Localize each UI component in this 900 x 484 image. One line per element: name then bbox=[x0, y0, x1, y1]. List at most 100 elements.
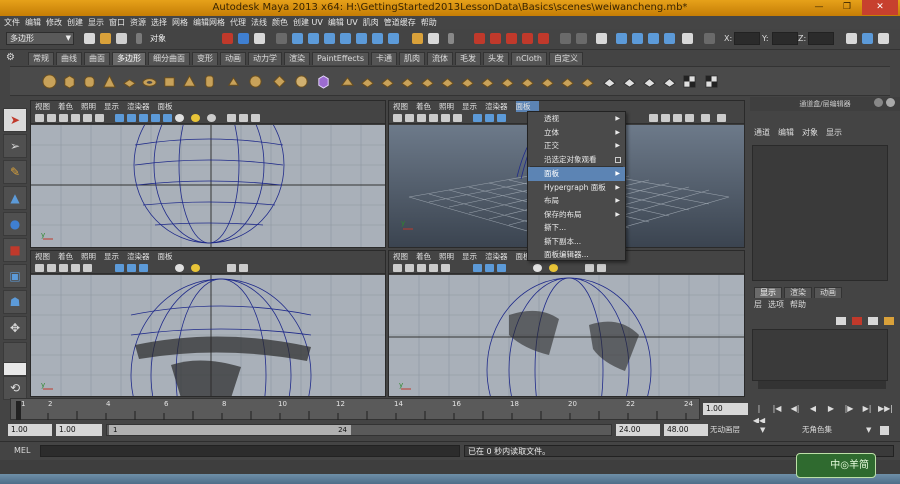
channel-menu-channels[interactable]: 通道 bbox=[754, 127, 778, 139]
selection-mask-icon[interactable] bbox=[136, 33, 142, 44]
shadows-icon[interactable] bbox=[175, 114, 184, 122]
wireframe-icon[interactable] bbox=[473, 264, 482, 272]
triangulate-icon[interactable] bbox=[560, 74, 575, 89]
poly-sphere-icon[interactable] bbox=[42, 74, 57, 89]
quadrangulate-icon[interactable] bbox=[580, 74, 595, 89]
grid-icon[interactable] bbox=[83, 264, 92, 272]
boolean-union-icon[interactable] bbox=[400, 74, 415, 89]
menu-window[interactable]: 窗口 bbox=[109, 16, 130, 29]
camera-icon[interactable] bbox=[393, 264, 402, 272]
camera-attributes-icon[interactable] bbox=[47, 264, 56, 272]
xray-icon[interactable] bbox=[239, 114, 248, 122]
mask-joints-icon[interactable] bbox=[292, 33, 303, 44]
cube-highlight-icon[interactable] bbox=[316, 74, 331, 89]
help-icon[interactable] bbox=[874, 98, 883, 107]
shelf-tab[interactable]: 动力学 bbox=[248, 52, 282, 65]
bookmark-icon[interactable] bbox=[417, 264, 426, 272]
menu-edit-mesh[interactable]: 编辑网格 bbox=[193, 16, 230, 29]
render-view-icon[interactable] bbox=[682, 33, 693, 44]
shelf-tab[interactable]: 动画 bbox=[220, 52, 246, 65]
range-slider-handle[interactable]: 1 24 bbox=[109, 425, 351, 435]
channel-menu-show[interactable]: 显示 bbox=[826, 127, 850, 139]
boolean-difference-icon[interactable] bbox=[420, 74, 435, 89]
mask-rendering-icon[interactable] bbox=[372, 33, 383, 44]
poly-platonic-icon[interactable] bbox=[272, 74, 287, 89]
shelf-tab[interactable]: 卡通 bbox=[371, 52, 397, 65]
ambient-occlusion-icon[interactable] bbox=[191, 264, 200, 272]
smooth-icon[interactable] bbox=[380, 74, 395, 89]
panel-menu-panels[interactable]: 面板 bbox=[158, 251, 181, 262]
step-forward-key-button[interactable]: |▶ bbox=[842, 403, 856, 415]
select-hierarchy-icon[interactable] bbox=[222, 33, 233, 44]
x-input[interactable] bbox=[734, 32, 760, 45]
maximize-button[interactable]: ❐ bbox=[834, 0, 860, 15]
command-language-label[interactable]: MEL bbox=[14, 445, 30, 457]
move-layer-up-icon[interactable] bbox=[868, 317, 878, 325]
smooth-shade-icon[interactable] bbox=[485, 114, 494, 122]
xray-icon[interactable] bbox=[597, 264, 606, 272]
playback-end-field[interactable]: 24.00 bbox=[616, 424, 660, 436]
layer-list[interactable] bbox=[752, 329, 888, 381]
motion-blur-icon[interactable] bbox=[207, 114, 216, 122]
channel-menu-edit[interactable]: 编辑 bbox=[778, 127, 802, 139]
xray-icon[interactable] bbox=[661, 114, 670, 122]
menu-item-stereo[interactable]: 立体 ▶ bbox=[528, 126, 625, 140]
shelf-tab[interactable]: 渲染 bbox=[284, 52, 310, 65]
step-forward-frame-button[interactable]: ▶| bbox=[860, 403, 874, 415]
render-current-frame-icon[interactable] bbox=[616, 33, 627, 44]
panel-menu-lighting[interactable]: 照明 bbox=[439, 251, 462, 262]
hypershade-icon[interactable] bbox=[664, 33, 675, 44]
panel-menu-view[interactable]: 视图 bbox=[35, 101, 58, 112]
menu-assets[interactable]: 资源 bbox=[130, 16, 151, 29]
menu-item-perspective[interactable]: 透视 ▶ bbox=[528, 112, 625, 126]
grid-icon[interactable] bbox=[441, 264, 450, 272]
image-plane-icon[interactable] bbox=[429, 264, 438, 272]
bookmark-icon[interactable] bbox=[59, 264, 68, 272]
smooth-shade-icon[interactable] bbox=[127, 114, 136, 122]
xray-joints-icon[interactable] bbox=[673, 114, 682, 122]
mask-surfaces-icon[interactable] bbox=[324, 33, 335, 44]
menu-display[interactable]: 显示 bbox=[88, 16, 109, 29]
menu-item-hypergraph-panel[interactable]: Hypergraph 面板 ▶ bbox=[528, 181, 625, 195]
camera-icon[interactable] bbox=[393, 114, 402, 122]
boolean-intersection-icon[interactable] bbox=[440, 74, 455, 89]
play-forwards-button[interactable]: ▶ bbox=[824, 403, 838, 415]
grid-icon[interactable] bbox=[441, 114, 450, 122]
cleanup-icon[interactable] bbox=[540, 74, 555, 89]
shelf-tab[interactable]: 常规 bbox=[28, 52, 54, 65]
y-input[interactable] bbox=[772, 32, 798, 45]
menu-item-saved-layouts[interactable]: 保存的布局 ▶ bbox=[528, 208, 625, 222]
wireframe-icon[interactable] bbox=[473, 114, 482, 122]
option-box-icon[interactable] bbox=[615, 156, 621, 163]
move-tool-button[interactable]: ▲ bbox=[3, 186, 27, 210]
time-slider[interactable]: 1 2 4 6 8 10 12 14 16 18 20 22 24 bbox=[10, 398, 700, 420]
poly-cube-icon[interactable] bbox=[62, 74, 77, 89]
menu-item-look-through-selected[interactable]: 沿选定对象观看 bbox=[528, 153, 625, 167]
poly-pyramid-icon[interactable] bbox=[182, 74, 197, 89]
ambient-occlusion-icon[interactable] bbox=[191, 114, 200, 122]
panel-menu-renderer[interactable]: 渲染器 bbox=[127, 101, 158, 112]
object-mode-label[interactable]: 对象 bbox=[150, 32, 166, 45]
menu-muscle[interactable]: 肌肉 bbox=[363, 16, 384, 29]
bookmark-icon[interactable] bbox=[417, 114, 426, 122]
reduce-icon[interactable] bbox=[520, 74, 535, 89]
open-scene-icon[interactable] bbox=[100, 33, 111, 44]
panel-options-icon[interactable] bbox=[717, 114, 726, 122]
menu-item-panel-editor[interactable]: 面板编辑器... bbox=[528, 248, 625, 262]
menu-item-tear-off[interactable]: 撕下... bbox=[528, 221, 625, 235]
menu-set-dropdown[interactable]: 多边形 ▼ bbox=[6, 32, 74, 45]
image-plane-icon[interactable] bbox=[71, 114, 80, 122]
menu-edit-uv[interactable]: 编辑 UV bbox=[328, 16, 363, 29]
panel-menu-lighting[interactable]: 照明 bbox=[439, 101, 462, 112]
menu-modify[interactable]: 修改 bbox=[46, 16, 67, 29]
universal-manipulator-button[interactable]: ▣ bbox=[3, 264, 27, 288]
menu-normals[interactable]: 法线 bbox=[251, 16, 272, 29]
image-plane-icon[interactable] bbox=[429, 114, 438, 122]
snap-curve-icon[interactable] bbox=[490, 33, 501, 44]
lasso-tool-button[interactable]: ➢ bbox=[3, 134, 27, 158]
history-output-icon[interactable] bbox=[576, 33, 587, 44]
camera-attributes-icon[interactable] bbox=[47, 114, 56, 122]
image-plane-icon[interactable] bbox=[71, 264, 80, 272]
shelf-tab[interactable]: 肌肉 bbox=[399, 52, 425, 65]
toggle-attribute-editor-icon[interactable] bbox=[862, 33, 873, 44]
